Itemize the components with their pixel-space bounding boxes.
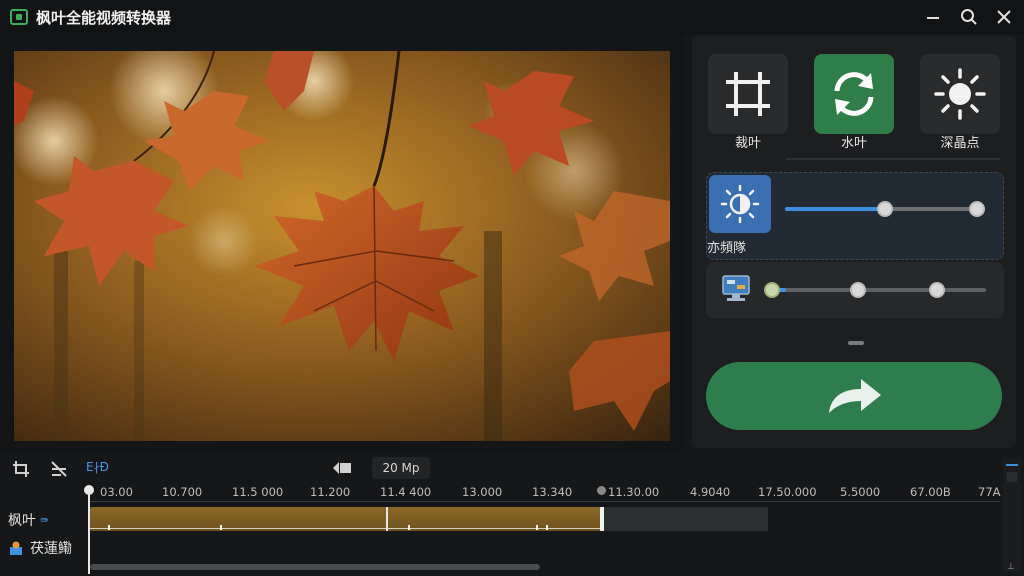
track-suffix: ⇛: [40, 514, 49, 526]
trim-icon[interactable]: [10, 458, 32, 480]
sun-icon: [934, 68, 986, 120]
color-slider-knob-1[interactable]: [764, 282, 780, 298]
color-slider-knob-3[interactable]: [928, 282, 945, 298]
tick-label: 5.5000: [840, 485, 881, 499]
monitor-color-icon[interactable]: [718, 272, 756, 306]
empty-track-region: [604, 507, 768, 531]
track-label: 枫叶 ⇛: [8, 510, 48, 530]
sun-label: 深晶点: [940, 136, 980, 151]
video-preview[interactable]: [14, 51, 670, 441]
brightness-slider-fill: [785, 207, 885, 211]
app-title: 枫叶全能视频转换器: [36, 8, 172, 27]
close-icon[interactable]: [989, 4, 1019, 30]
marker-flag-icon[interactable]: [330, 458, 354, 478]
video-clip[interactable]: [90, 507, 605, 531]
crop-button[interactable]: [708, 54, 788, 134]
track-label-text: 茯蓮鰳: [30, 541, 72, 557]
title-bar: 枫叶全能视频转换器: [0, 0, 1024, 34]
timeline-ruler[interactable]: 03.00 10.700 11.5 000 11.200 11.4 400 13…: [0, 482, 1001, 504]
vertical-scrollbar[interactable]: ⊥: [1003, 458, 1021, 572]
rotate-button[interactable]: [814, 54, 894, 134]
preview-panel: [0, 34, 684, 477]
rotate-label: 水叶: [840, 136, 867, 151]
playhead[interactable]: [88, 488, 90, 574]
export-button[interactable]: [706, 362, 1002, 430]
divider: [786, 158, 1000, 160]
timeline-toolbar-text[interactable]: E∤Ð: [86, 460, 109, 474]
tick-label: 13.340: [532, 485, 573, 499]
cut-icon[interactable]: [48, 458, 70, 480]
share-arrow-icon: [829, 379, 881, 413]
sun-button[interactable]: [920, 54, 1000, 134]
brightness-card: 亦頻隊: [706, 172, 1004, 260]
zoom-value[interactable]: 20 Mp: [372, 457, 430, 479]
tick-label: 4.9040: [690, 485, 731, 499]
color-slider-track[interactable]: [772, 288, 986, 292]
minimize-icon[interactable]: [918, 4, 948, 30]
brightness-icon[interactable]: [709, 175, 771, 233]
color-adjust-card: [706, 262, 1004, 318]
timeline: E∤Ð 20 Mp 03.00 10.700 11.5 000 11.200 1…: [0, 454, 1024, 576]
app-window: 枫叶全能视频转换器 裁叶 水叶 深晶点 亦頻隊 E∤Ð 20 Mp 03.00 …: [0, 0, 1024, 576]
tick-label: 67.00B: [910, 485, 951, 499]
horizontal-scrollbar[interactable]: [90, 564, 540, 570]
brightness-label: 亦頻隊: [707, 241, 747, 256]
tick-label: 17.50.000: [758, 485, 817, 499]
panel-resize-handle[interactable]: [848, 341, 864, 345]
edit-panel: 裁叶 水叶 深晶点 亦頻隊: [692, 36, 1016, 448]
timeline-toolbar: E∤Ð 20 Mp: [0, 454, 1000, 482]
tick-label: 10.700: [162, 485, 203, 499]
tick-label: 11.30.00: [608, 485, 660, 499]
brightness-slider-knob[interactable]: [877, 201, 893, 217]
brightness-slider-end-knob[interactable]: [969, 201, 985, 217]
audio-track: 茯蓮鰳: [0, 534, 1000, 560]
tick-label: 03.00: [100, 485, 133, 499]
tick-label: 11.200: [310, 485, 351, 499]
app-logo-icon: [10, 9, 28, 25]
track-label-text: 枫叶: [8, 513, 36, 529]
video-track: 枫叶 ⇛: [0, 506, 1000, 532]
crop-label: 裁叶: [734, 136, 761, 151]
marker-dot[interactable]: [597, 486, 606, 495]
color-slider-knob-2[interactable]: [849, 282, 866, 298]
track-label: 茯蓮鰳: [8, 538, 72, 558]
ruler-line: [88, 501, 1000, 502]
crop-icon: [726, 72, 770, 116]
track-person-icon: [10, 541, 22, 555]
search-icon[interactable]: [954, 4, 984, 30]
tick-label: 13.000: [462, 485, 503, 499]
tick-label: 11.4 400: [380, 485, 432, 499]
tick-label: 77A: [978, 485, 1001, 499]
rotate-icon: [834, 72, 874, 116]
tick-label: 11.5 000: [232, 485, 284, 499]
